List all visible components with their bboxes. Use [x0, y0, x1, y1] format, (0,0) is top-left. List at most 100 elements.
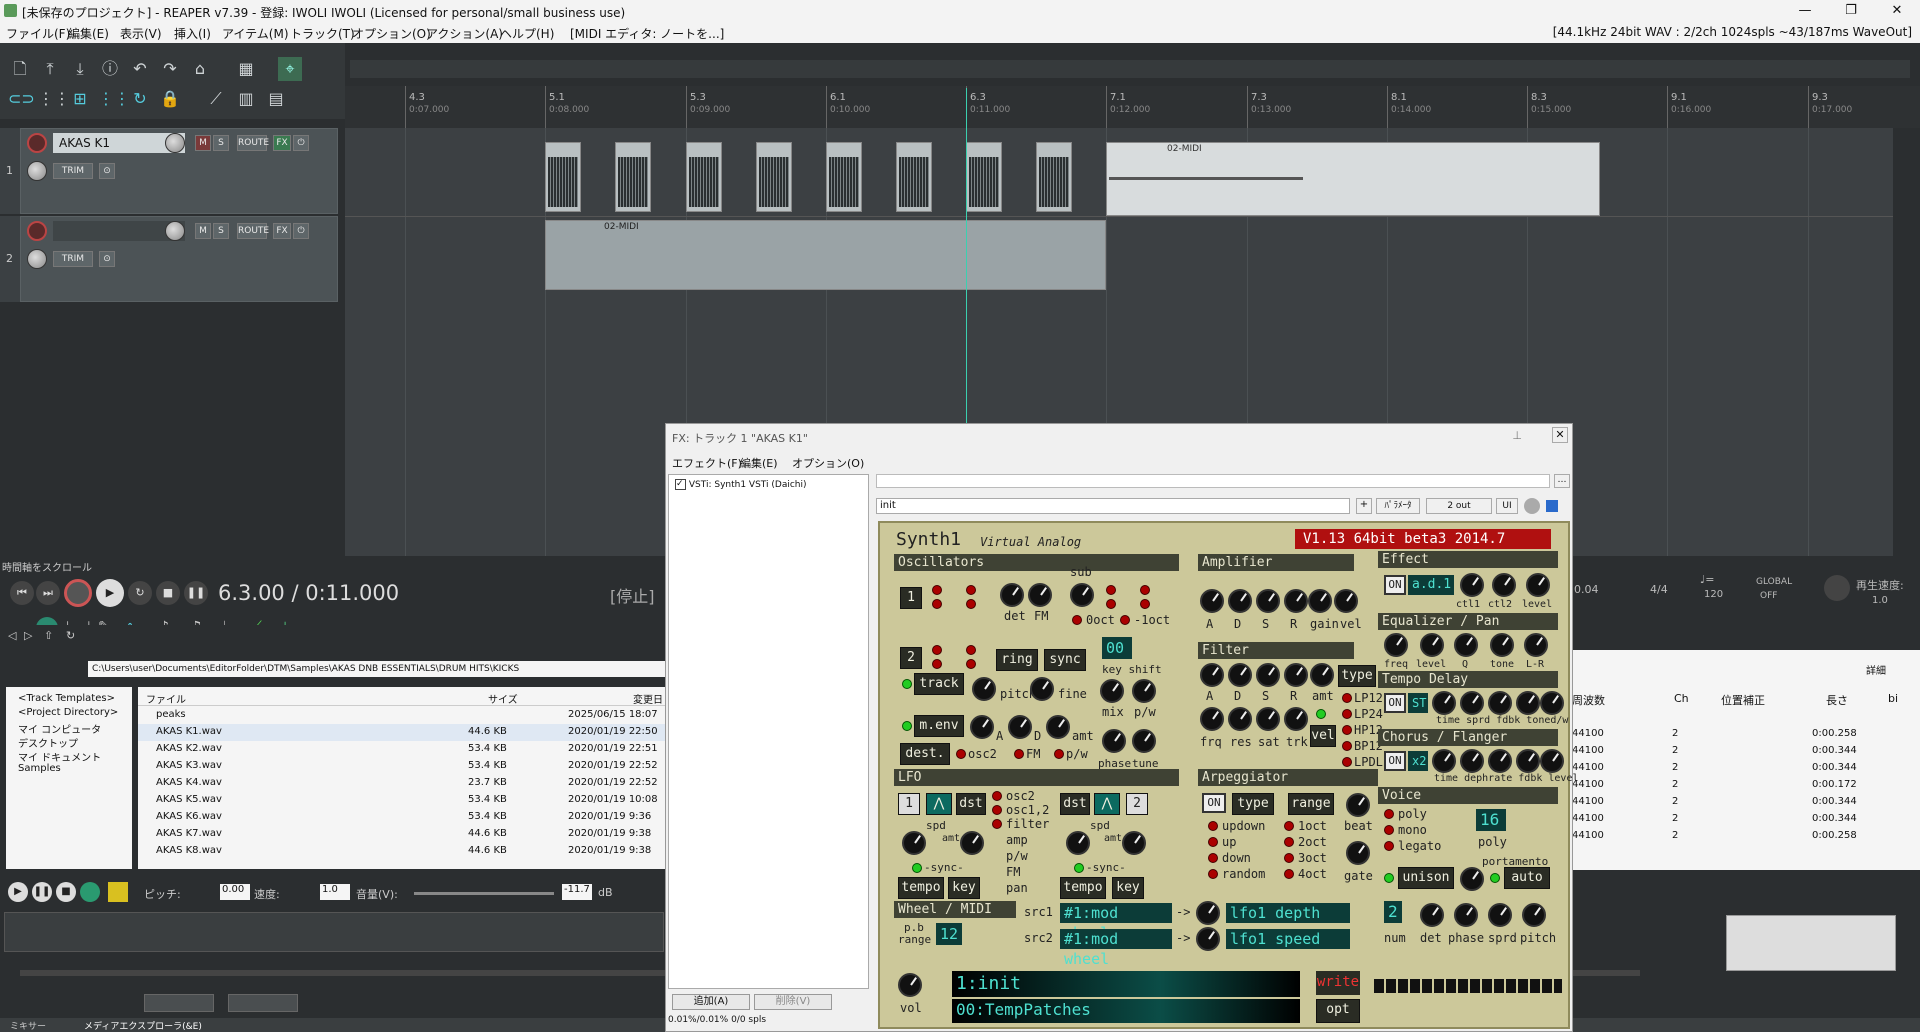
close-button[interactable]: ✕: [1874, 0, 1920, 22]
amp-a-knob[interactable]: [1200, 589, 1224, 613]
src2-amount-knob[interactable]: [1196, 927, 1220, 951]
tab-media-explorer[interactable]: メディアエクスプローラ(&E): [84, 1019, 202, 1032]
pause-button[interactable]: ❚❚: [184, 581, 208, 605]
key-shift-display[interactable]: 00: [1102, 637, 1132, 659]
forward-icon[interactable]: ▷: [24, 629, 32, 642]
filter-type-button[interactable]: type: [1338, 665, 1376, 687]
audio-item[interactable]: [1036, 142, 1072, 212]
lfo1-amount-knob[interactable]: [960, 831, 984, 855]
lfo1-wave-button[interactable]: ⋀: [926, 793, 952, 815]
ripple-edit-icon[interactable]: ⌖: [278, 57, 302, 81]
filter-res-knob[interactable]: [1228, 707, 1252, 731]
unison-det-knob[interactable]: [1420, 903, 1444, 927]
delay-time-knob[interactable]: [1432, 691, 1456, 715]
filter-sat-knob[interactable]: [1256, 707, 1280, 731]
fx-bypass-button[interactable]: ⏻: [293, 135, 309, 151]
unison-sprd-knob[interactable]: [1488, 903, 1512, 927]
tree-item[interactable]: デスクトップ: [18, 735, 78, 750]
time-signature[interactable]: 4/4: [1650, 583, 1668, 596]
wet-knob[interactable]: [1524, 498, 1540, 514]
arp-type-button[interactable]: type: [1232, 793, 1274, 815]
fx-enable-checkbox[interactable]: ✓: [675, 479, 686, 490]
effect-level-knob[interactable]: [1526, 573, 1550, 597]
bank-name-display[interactable]: 00:TempPatches: [952, 999, 1300, 1023]
dest2-display[interactable]: lfo1 speed: [1226, 929, 1350, 949]
pan-knob[interactable]: [27, 161, 47, 181]
io-button[interactable]: ⊙: [99, 251, 115, 267]
lock-icon[interactable]: 🔒: [158, 87, 182, 111]
phase-knob[interactable]: [1102, 729, 1126, 753]
menu-actions[interactable]: アクション(A): [426, 25, 503, 42]
save-project-icon[interactable]: ⤓: [68, 57, 92, 81]
trim-button[interactable]: TRIM: [53, 163, 93, 179]
chorus-depth-knob[interactable]: [1460, 749, 1484, 773]
unison-pitch-knob[interactable]: [1522, 903, 1546, 927]
dest1-display[interactable]: lfo1 depth: [1226, 903, 1350, 923]
snap-icon[interactable]: ⋮⋮: [98, 87, 130, 111]
eq-lr-knob[interactable]: [1524, 633, 1548, 657]
arp-on-button[interactable]: ON: [1202, 793, 1226, 813]
osc2-button[interactable]: 2: [900, 647, 922, 669]
pan-knob[interactable]: [27, 249, 47, 269]
unison-button[interactable]: unison: [1398, 867, 1454, 889]
snap-grid-icon[interactable]: ⋮⋮: [38, 87, 70, 111]
loop-icon[interactable]: ↻: [128, 87, 152, 111]
lfo1-speed-knob[interactable]: [902, 831, 926, 855]
preview-stop-button[interactable]: ■: [56, 882, 76, 902]
chorus-time-knob[interactable]: [1432, 749, 1456, 773]
position-display[interactable]: 6.3.00 / 0:11.000: [218, 581, 399, 605]
minimize-button[interactable]: —: [1782, 0, 1828, 22]
menv-button[interactable]: m.env: [914, 715, 964, 737]
master-volume-knob[interactable]: [898, 973, 922, 997]
lfo2-amount-knob[interactable]: [1122, 831, 1146, 855]
effect-ctl1-knob[interactable]: [1460, 573, 1484, 597]
amp-gain-knob[interactable]: [1308, 589, 1332, 613]
effect-on-button[interactable]: ON: [1384, 575, 1406, 595]
amp-vel-knob[interactable]: [1334, 589, 1358, 613]
filter-a-knob[interactable]: [1200, 663, 1224, 687]
tree-item[interactable]: マイ ドキュメント: [18, 749, 101, 764]
fx-bypass-button[interactable]: ⏻: [293, 223, 309, 239]
sub-knob[interactable]: [1070, 583, 1094, 607]
detail-dropdown[interactable]: 詳細: [1866, 662, 1886, 677]
audio-item[interactable]: [826, 142, 862, 212]
item-grouping-icon[interactable]: ⊞: [68, 87, 92, 111]
midi-item[interactable]: 02-MIDI: [1106, 142, 1600, 216]
menu-track[interactable]: トラック(T): [290, 25, 355, 42]
up-icon[interactable]: ⇧: [44, 629, 53, 642]
filter-s-knob[interactable]: [1256, 663, 1280, 687]
patch-name-display[interactable]: 1:init: [952, 971, 1300, 997]
eq-tone-knob[interactable]: [1490, 633, 1514, 657]
amp-d-knob[interactable]: [1228, 589, 1252, 613]
tab-mixer[interactable]: ミキサー: [10, 1019, 46, 1032]
file-row[interactable]: AKAS K6.wav 53.4 KB 2020/01/19 9:36: [138, 809, 665, 826]
opt-button[interactable]: opt: [1316, 999, 1360, 1023]
audio-item[interactable]: [545, 142, 581, 212]
unison-phase-knob[interactable]: [1454, 903, 1478, 927]
poly-count-display[interactable]: 16: [1476, 809, 1506, 831]
lfo1-button[interactable]: 1: [898, 793, 920, 815]
file-row[interactable]: AKAS K8.wav 44.6 KB 2020/01/19 9:38: [138, 843, 665, 860]
track-button[interactable]: track: [914, 673, 964, 695]
delay-tone-knob[interactable]: [1516, 691, 1540, 715]
unison-num-display[interactable]: 2: [1384, 901, 1402, 923]
amp-s-knob[interactable]: [1256, 589, 1280, 613]
volume-field[interactable]: -11.7: [562, 884, 592, 900]
go-to-end-button[interactable]: ⏭: [36, 581, 60, 605]
chorus-level-knob[interactable]: [1540, 749, 1564, 773]
fx-menu-effect[interactable]: エフェクト(F): [672, 455, 742, 471]
menu-view[interactable]: 表示(V): [120, 25, 162, 42]
file-row[interactable]: AKAS K1.wav 44.6 KB 2020/01/19 22:50: [138, 724, 665, 741]
lfo2-speed-knob[interactable]: [1066, 831, 1090, 855]
mixer-icon[interactable]: ▤: [264, 87, 288, 111]
speed-field[interactable]: 1.0: [320, 884, 350, 900]
dest-button[interactable]: dest.: [900, 743, 950, 765]
menv-amt-knob[interactable]: [1046, 715, 1070, 739]
fx-menu-edit[interactable]: 編集(E): [740, 455, 778, 471]
column-ch[interactable]: Ch: [1674, 692, 1689, 705]
back-icon[interactable]: ◁: [8, 629, 16, 642]
lfo2-button[interactable]: 2: [1126, 793, 1148, 815]
pitch-field[interactable]: 0.00: [220, 884, 250, 900]
arp-beat-knob[interactable]: [1346, 793, 1370, 817]
bypass-checkbox[interactable]: [1546, 500, 1558, 512]
